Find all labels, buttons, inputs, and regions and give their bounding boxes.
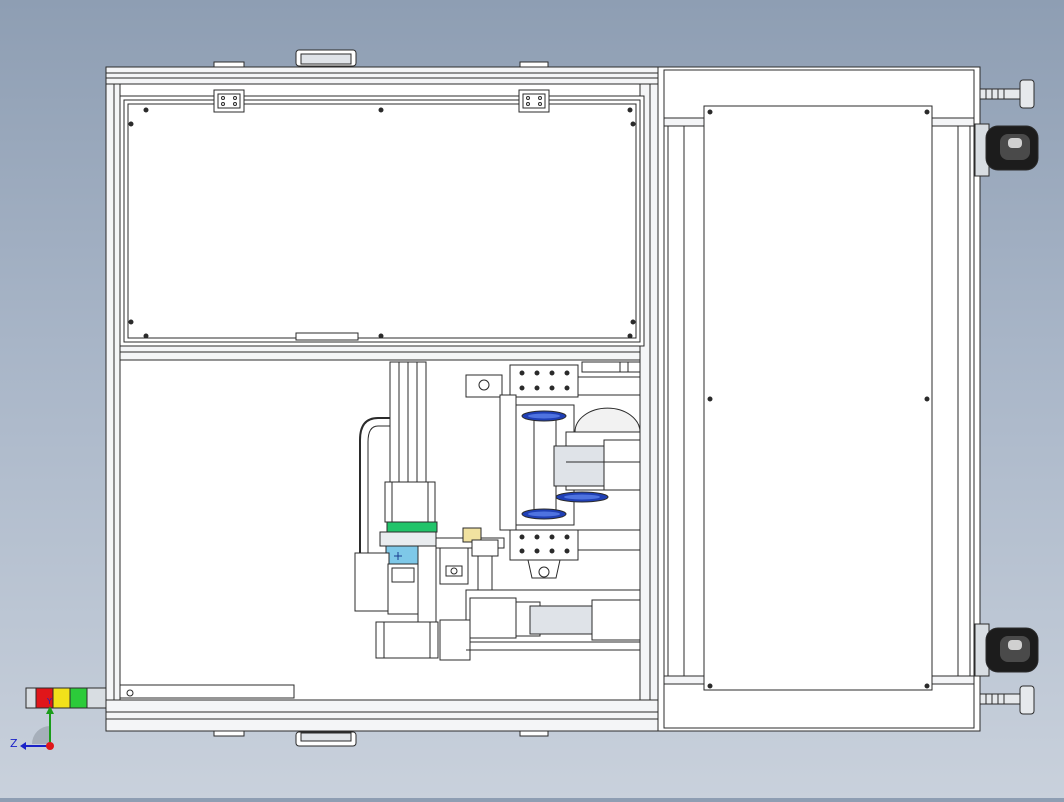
bottom-tab-right [519, 730, 549, 737]
signal-light-yellow [52, 687, 71, 709]
top-tab-right [519, 61, 549, 68]
triad-z-label: Z [10, 737, 18, 750]
caster-wheel-top [974, 123, 1039, 177]
upper-door-panel[interactable] [119, 95, 645, 361]
side-access-panel[interactable] [703, 105, 933, 691]
model-drawing[interactable]: Z Y [0, 0, 1064, 798]
triad-z-arrow [20, 742, 26, 750]
bottom-tab-left [213, 730, 245, 737]
hinge-left [213, 89, 245, 113]
triad-y-label: Y [46, 697, 52, 706]
triad-origin [46, 742, 54, 750]
leveling-foot-bottom [979, 685, 1035, 715]
nameplate-strip [119, 684, 295, 699]
leveling-foot-top [979, 79, 1035, 109]
signal-light-green [69, 687, 88, 709]
signal-tower [25, 687, 107, 709]
cad-viewport[interactable]: Z Y [0, 0, 1064, 798]
top-handle [295, 49, 357, 67]
bottom-handle [295, 731, 357, 747]
triad-plane [32, 726, 50, 744]
top-tab-left [213, 61, 245, 68]
caster-wheel-bottom [974, 623, 1039, 677]
hinge-right [518, 89, 550, 113]
